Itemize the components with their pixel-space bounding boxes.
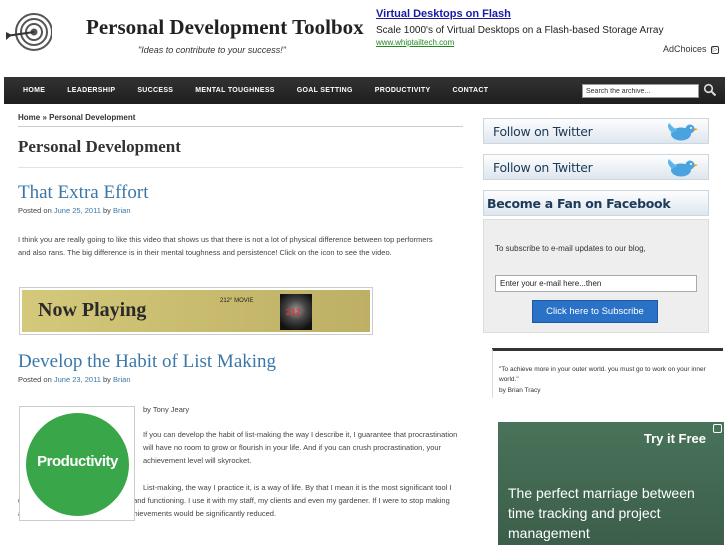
productivity-circle: Productivity bbox=[26, 413, 129, 516]
post-meta-prefix: Posted on bbox=[18, 375, 52, 384]
nav-item-mental-toughness[interactable]: MENTAL TOUGHNESS bbox=[184, 87, 285, 94]
post-byline: by Tony Jeary bbox=[143, 405, 190, 414]
site-header: Personal Development Toolbox "Ideas to c… bbox=[0, 0, 727, 77]
post-title[interactable]: Develop the Habit of List Making bbox=[18, 351, 463, 373]
adchoices-label: AdChoices bbox=[662, 44, 707, 54]
productivity-image: Productivity bbox=[19, 406, 135, 521]
post-date-link[interactable]: June 23, 2011 bbox=[54, 375, 101, 384]
subscribe-text: To subscribe to e-mail updates to our bl… bbox=[495, 244, 646, 253]
twitter-label: Follow on Twitter bbox=[493, 160, 593, 175]
quote-text: "To achieve more in your outer world. yo… bbox=[499, 366, 706, 383]
nav-item-leadership[interactable]: LEADERSHIP bbox=[56, 87, 126, 94]
email-subscribe-box: To subscribe to e-mail updates to our bl… bbox=[483, 219, 709, 333]
post-list-making: Develop the Habit of List Making Posted … bbox=[18, 351, 463, 518]
subscribe-button[interactable]: Click here to Subscribe bbox=[532, 300, 658, 323]
ad-title-link[interactable]: Virtual Desktops on Flash bbox=[376, 8, 721, 20]
nav-item-goal-setting[interactable]: GOAL SETTING bbox=[286, 87, 364, 94]
twitter-bird-icon bbox=[668, 159, 698, 177]
productivity-image-label: Productivity bbox=[37, 453, 118, 470]
sidebar-display-ad[interactable]: Try it Free The perfect marriage between… bbox=[498, 422, 724, 545]
main-content: Home » Personal Development Personal Dev… bbox=[18, 113, 463, 521]
twitter-bird-icon bbox=[668, 123, 698, 141]
search-icon[interactable] bbox=[703, 83, 717, 97]
post-date-link[interactable]: June 25, 2011 bbox=[54, 206, 101, 215]
breadcrumb[interactable]: Home » Personal Development bbox=[18, 113, 463, 127]
search-input[interactable] bbox=[582, 84, 699, 98]
adchoices-link[interactable]: AdChoices ▷ bbox=[663, 44, 719, 54]
target-logo-icon[interactable] bbox=[4, 10, 52, 58]
facebook-fan-button[interactable]: Become a Fan on Facebook bbox=[483, 190, 709, 216]
top-text-ad: Virtual Desktops on Flash Scale 1000's o… bbox=[376, 8, 721, 47]
nav-item-home[interactable]: HOME bbox=[12, 87, 56, 94]
ad-description: Scale 1000's of Virtual Desktops on a Fl… bbox=[376, 25, 664, 36]
site-title[interactable]: Personal Development Toolbox bbox=[86, 15, 364, 40]
movie-label: 212° MOVIE bbox=[220, 298, 254, 304]
quote-widget: "To achieve more in your outer world. yo… bbox=[492, 348, 723, 398]
post-meta: Posted on June 23, 2011 by Brian bbox=[18, 375, 463, 384]
nav-item-contact[interactable]: CONTACT bbox=[441, 87, 499, 94]
quote-author: by Brian Tracy bbox=[499, 387, 541, 394]
post-meta: Posted on June 25, 2011 by Brian bbox=[18, 206, 463, 215]
email-field[interactable] bbox=[495, 275, 697, 292]
page-title: Personal Development bbox=[18, 137, 463, 168]
site-tagline: "Ideas to contribute to your success!" bbox=[138, 45, 286, 55]
nav-item-productivity[interactable]: PRODUCTIVITY bbox=[364, 87, 442, 94]
post-meta-by: by bbox=[102, 375, 111, 384]
post-author-link[interactable]: Brian bbox=[113, 375, 131, 384]
movie-poster: 212 bbox=[280, 294, 312, 330]
adchoices-icon[interactable] bbox=[713, 424, 722, 433]
post-excerpt: I think you are really going to like thi… bbox=[18, 235, 433, 257]
post-meta-by: by bbox=[102, 206, 111, 215]
ad-headline: The perfect marriage between time tracki… bbox=[508, 485, 695, 541]
post-paragraph: If you can develop the habit of list-mak… bbox=[143, 430, 458, 465]
now-playing-video-banner[interactable]: Now Playing 212° MOVIE 212 bbox=[19, 287, 373, 335]
facebook-label: Become a Fan on Facebook bbox=[487, 196, 671, 211]
main-navigation: HOME LEADERSHIP SUCCESS MENTAL TOUGHNESS… bbox=[4, 77, 725, 104]
post-title[interactable]: That Extra Effort bbox=[18, 182, 463, 204]
follow-twitter-button-2[interactable]: Follow on Twitter bbox=[483, 154, 709, 180]
post-author-link[interactable]: Brian bbox=[113, 206, 131, 215]
post-that-extra-effort: That Extra Effort Posted on June 25, 201… bbox=[18, 182, 463, 259]
twitter-label: Follow on Twitter bbox=[493, 124, 593, 139]
adchoices-icon: ▷ bbox=[711, 45, 719, 54]
follow-twitter-button[interactable]: Follow on Twitter bbox=[483, 118, 709, 144]
now-playing-text: Now Playing bbox=[38, 299, 147, 321]
post-meta-prefix: Posted on bbox=[18, 206, 52, 215]
movie-poster-label: 212 bbox=[286, 307, 302, 317]
try-it-free-label: Try it Free bbox=[643, 431, 706, 446]
nav-item-success[interactable]: SUCCESS bbox=[126, 87, 184, 94]
